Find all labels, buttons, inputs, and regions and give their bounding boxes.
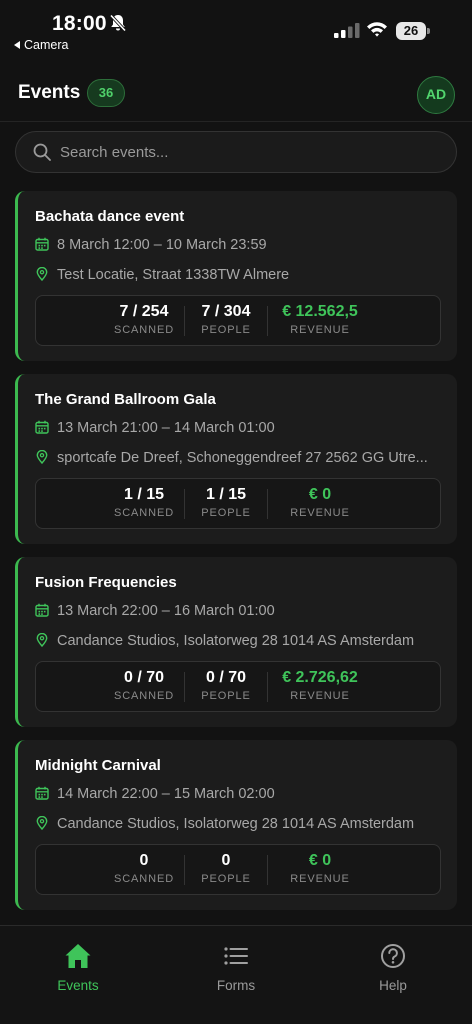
battery-icon: 26 [396, 22, 430, 40]
stat-revenue-value: € 0 [308, 486, 332, 503]
stat-scanned-label: SCANNED [113, 324, 175, 336]
stat-people-label: PEOPLE [201, 507, 251, 519]
event-card[interactable]: Fusion Frequencies 13 March 22:00 – 16 M… [15, 557, 457, 727]
event-date: 8 March 12:00 – 10 March 23:59 [35, 237, 267, 253]
bottom-tab-bar: Events Forms Help [0, 925, 472, 1024]
event-date-text: 14 March 22:00 – 15 March 02:00 [57, 786, 275, 802]
event-stats: 1 / 15 SCANNED 1 / 15 PEOPLE € 0 REVENUE [35, 478, 441, 529]
tab-forms[interactable]: Forms [186, 942, 286, 993]
tab-help-label: Help [379, 978, 407, 993]
event-title: Midnight Carnival [35, 757, 161, 774]
event-date-text: 13 March 21:00 – 14 March 01:00 [57, 420, 275, 436]
list-icon [224, 947, 248, 965]
stat-scanned-value: 0 / 70 [123, 669, 165, 686]
back-to-app-link[interactable]: Camera [14, 38, 68, 52]
stat-scanned-value: 7 / 254 [119, 303, 169, 320]
event-card[interactable]: Midnight Carnival 14 March 22:00 – 15 Ma… [15, 740, 457, 910]
event-count-badge: 36 [87, 79, 125, 107]
event-date-text: 8 March 12:00 – 10 March 23:59 [57, 237, 267, 253]
avatar[interactable]: AD [417, 76, 455, 114]
stat-scanned-label: SCANNED [113, 690, 175, 702]
stat-revenue-label: REVENUE [290, 507, 350, 519]
status-bar: 18:00 Camera 26 [0, 0, 472, 58]
stat-scanned-value: 1 / 15 [123, 486, 165, 503]
bell-slash-icon [109, 14, 127, 32]
stat-people-value: 1 / 15 [205, 486, 247, 503]
search-input[interactable] [60, 132, 440, 172]
event-card[interactable]: The Grand Ballroom Gala 13 March 21:00 –… [15, 374, 457, 544]
stat-revenue-value: € 0 [308, 852, 332, 869]
stat-people: 7 / 304 PEOPLE [186, 296, 266, 345]
search-icon [33, 143, 51, 161]
back-arrow-icon [14, 40, 20, 49]
tab-forms-label: Forms [216, 978, 256, 993]
event-location: sportcafe De Dreef, Schoneggendreef 27 2… [35, 450, 428, 466]
calendar-icon [35, 603, 49, 617]
stat-scanned: 1 / 15 SCANNED [104, 479, 184, 528]
location-pin-icon [36, 633, 48, 647]
event-location: Candance Studios, Isolatorweg 28 1014 AS… [35, 816, 414, 832]
stat-people: 0 PEOPLE [186, 845, 266, 894]
stat-scanned: 0 SCANNED [104, 845, 184, 894]
tab-help[interactable]: Help [343, 942, 443, 993]
stat-revenue-value: € 2.726,62 [282, 669, 358, 686]
stat-revenue: € 0 REVENUE [268, 845, 372, 894]
home-icon [65, 944, 91, 968]
tab-events[interactable]: Events [28, 942, 128, 993]
event-location-text: sportcafe De Dreef, Schoneggendreef 27 2… [57, 450, 428, 466]
stat-scanned-label: SCANNED [113, 507, 175, 519]
stat-people: 0 / 70 PEOPLE [186, 662, 266, 711]
calendar-icon [35, 420, 49, 434]
event-location-text: Candance Studios, Isolatorweg 28 1014 AS… [57, 633, 415, 649]
back-app-label: Camera [24, 38, 69, 52]
event-location-text: Test Locatie, Straat 1338TW Almere [57, 267, 290, 283]
location-pin-icon [36, 816, 48, 830]
help-icon [381, 944, 405, 968]
stat-people-label: PEOPLE [201, 690, 251, 702]
event-location-text: Candance Studios, Isolatorweg 28 1014 AS… [57, 816, 415, 832]
status-time: 18:00 [52, 12, 107, 35]
event-date: 13 March 22:00 – 16 March 01:00 [35, 603, 275, 619]
event-stats: 0 SCANNED 0 PEOPLE € 0 REVENUE [35, 844, 441, 895]
event-date-text: 13 March 22:00 – 16 March 01:00 [57, 603, 275, 619]
location-pin-icon [36, 267, 48, 281]
stat-revenue: € 0 REVENUE [268, 479, 372, 528]
stat-people-label: PEOPLE [201, 324, 251, 336]
stat-revenue: € 12.562,5 REVENUE [268, 296, 372, 345]
calendar-icon [35, 786, 49, 800]
event-date: 14 March 22:00 – 15 March 02:00 [35, 786, 275, 802]
stat-people-value: 0 [221, 852, 231, 869]
stat-revenue-value: € 12.562,5 [282, 303, 358, 320]
search-bar[interactable] [15, 131, 457, 173]
event-card[interactable]: Bachata dance event 8 March 12:00 – 10 M… [15, 191, 457, 361]
event-location: Candance Studios, Isolatorweg 28 1014 AS… [35, 633, 414, 649]
stat-people-label: PEOPLE [201, 873, 251, 885]
event-date: 13 March 21:00 – 14 March 01:00 [35, 420, 275, 436]
stat-scanned: 0 / 70 SCANNED [104, 662, 184, 711]
stat-people-value: 0 / 70 [205, 669, 247, 686]
event-title: Fusion Frequencies [35, 574, 177, 591]
calendar-icon [35, 237, 49, 251]
stat-scanned-label: SCANNED [113, 873, 175, 885]
stat-people: 1 / 15 PEOPLE [186, 479, 266, 528]
stat-scanned-value: 0 [139, 852, 149, 869]
stat-revenue: € 2.726,62 REVENUE [268, 662, 372, 711]
stat-revenue-label: REVENUE [290, 324, 350, 336]
event-title: The Grand Ballroom Gala [35, 391, 216, 408]
location-pin-icon [36, 450, 48, 464]
stat-scanned: 7 / 254 SCANNED [104, 296, 184, 345]
app-header: Events 36 AD [0, 68, 472, 122]
event-stats: 0 / 70 SCANNED 0 / 70 PEOPLE € 2.726,62 REV… [35, 661, 441, 712]
event-title: Bachata dance event [35, 208, 185, 225]
stat-revenue-label: REVENUE [290, 690, 350, 702]
wifi-icon [367, 22, 387, 37]
battery-level: 26 [396, 22, 426, 40]
event-location: Test Locatie, Straat 1338TW Almere [35, 267, 289, 283]
tab-events-label: Events [57, 978, 99, 993]
stat-people-value: 7 / 304 [201, 303, 251, 320]
event-stats: 7 / 254 SCANNED 7 / 304 PEOPLE € 12.562,5 R… [35, 295, 441, 346]
page-title: Events [18, 82, 81, 103]
signal-icon [334, 23, 360, 38]
stat-revenue-label: REVENUE [290, 873, 350, 885]
